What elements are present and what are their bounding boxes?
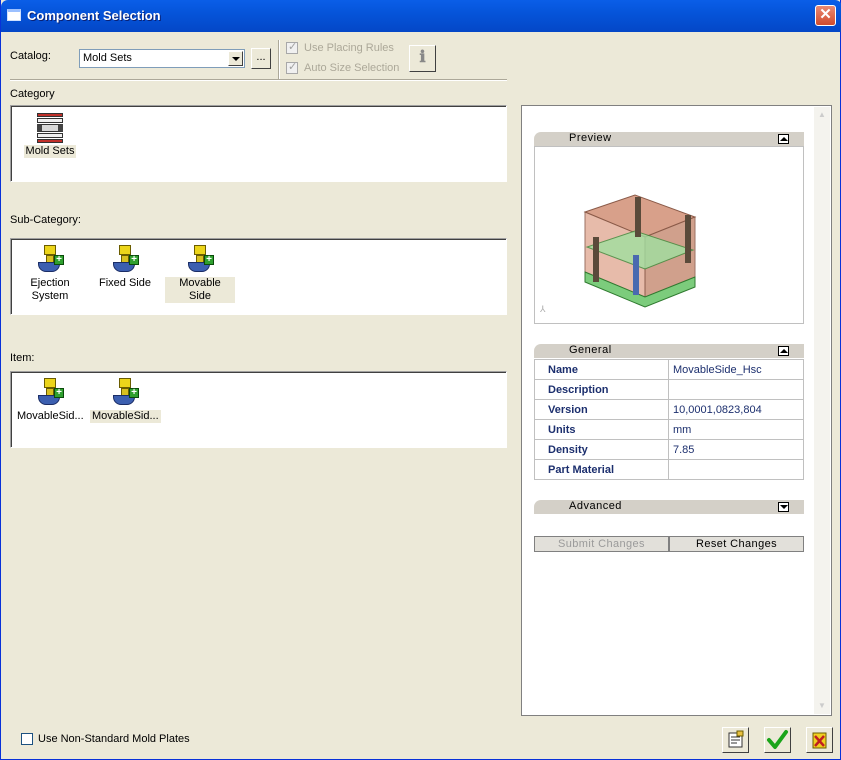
property-value[interactable]: 10,0001,0823,804 — [668, 399, 804, 420]
subcategory-label: Sub-Category: — [10, 214, 81, 226]
ejection-system-icon: + — [34, 243, 66, 275]
title-bar[interactable]: Component Selection ✕ — [1, 0, 841, 32]
item-movable-side-2[interactable]: + MovableSid... — [90, 376, 161, 423]
cancel-button[interactable] — [806, 727, 833, 753]
use-placing-rules-checkbox[interactable] — [286, 40, 298, 54]
property-key: Units — [534, 419, 669, 440]
submit-changes-button[interactable]: Submit Changes — [534, 536, 669, 552]
scroll-down-icon[interactable]: ▼ — [814, 698, 830, 714]
close-button[interactable]: ✕ — [815, 5, 836, 26]
table-row: Part Material — [534, 459, 804, 480]
properties-panel: Preview ⅄ General Name MovableSide_Hsc D… — [521, 105, 832, 716]
property-value[interactable]: MovableSide_Hsc — [668, 359, 804, 380]
subcategory-item-fixed-side[interactable]: + Fixed Side — [90, 243, 160, 290]
auto-size-selection-label: Auto Size Selection — [304, 62, 400, 74]
use-placing-rules-label: Use Placing Rules — [304, 42, 394, 54]
info-button[interactable]: ℹ — [409, 45, 436, 72]
fixed-side-icon: + — [109, 243, 141, 275]
auto-size-selection-checkbox[interactable] — [286, 60, 298, 74]
property-value[interactable]: 7.85 — [668, 439, 804, 460]
property-value[interactable]: mm — [668, 419, 804, 440]
mold-set-icon — [34, 111, 66, 143]
collapse-preview-icon[interactable] — [778, 134, 789, 144]
property-key: Density — [534, 439, 669, 460]
subcategory-item-ejection-system[interactable]: + Ejection System — [15, 243, 85, 303]
svg-text:⅄: ⅄ — [539, 304, 546, 314]
table-row: Density 7.85 — [534, 439, 804, 460]
catalog-label: Catalog: — [10, 50, 51, 62]
reset-changes-button[interactable]: Reset Changes — [669, 536, 804, 552]
subcategory-list: + Ejection System + Fixed Side + Movable… — [10, 238, 507, 315]
chevron-down-icon[interactable] — [228, 51, 243, 66]
advanced-title: Advanced — [569, 500, 622, 512]
catalog-value: Mold Sets — [83, 52, 132, 64]
item-label-text: MovableSid... — [90, 410, 161, 423]
category-item-mold-sets[interactable]: Mold Sets — [15, 111, 85, 158]
general-properties-table: Name MovableSide_Hsc Description Version 1… — [534, 359, 804, 480]
cancel-icon — [812, 732, 827, 749]
property-key: Version — [534, 399, 669, 420]
property-key: Part Material — [534, 459, 669, 480]
general-section-header[interactable]: General — [534, 344, 804, 358]
property-value[interactable] — [668, 459, 804, 480]
category-list: Mold Sets — [10, 105, 507, 182]
non-standard-plates-label: Use Non-Standard Mold Plates — [38, 733, 190, 745]
table-row: Name MovableSide_Hsc — [534, 359, 804, 380]
collapse-general-icon[interactable] — [778, 346, 789, 356]
checkmark-icon — [767, 730, 788, 749]
item-list: + MovableSid... + MovableSid... — [10, 371, 507, 448]
movable-side-item-icon: + — [34, 376, 66, 408]
item-movable-side-1[interactable]: + MovableSid... — [15, 376, 85, 423]
browse-catalog-button[interactable]: ... — [251, 48, 271, 69]
expand-advanced-icon[interactable] — [778, 502, 789, 512]
properties-icon — [728, 730, 744, 748]
table-row: Units mm — [534, 419, 804, 440]
window-title: Component Selection — [27, 8, 161, 23]
subcategory-item-label: Ejection System — [30, 277, 70, 302]
property-key: Description — [534, 379, 669, 400]
movable-side-icon: + — [184, 243, 216, 275]
subcategory-item-label: Movable Side — [165, 277, 235, 303]
scroll-up-icon[interactable]: ▲ — [814, 107, 830, 123]
properties-button[interactable] — [722, 727, 749, 753]
preview-viewport[interactable]: ⅄ — [534, 146, 804, 324]
item-label: Item: — [10, 352, 35, 364]
category-item-label: Mold Sets — [23, 145, 77, 158]
movable-side-item-icon: + — [109, 376, 141, 408]
advanced-section-header[interactable]: Advanced — [534, 500, 804, 514]
table-row: Version 10,0001,0823,804 — [534, 399, 804, 420]
property-key: Name — [534, 359, 669, 380]
component-selection-dialog: Component Selection ✕ Catalog: Mold Sets… — [0, 0, 841, 760]
category-label: Category — [10, 88, 55, 100]
toolbar-divider — [278, 40, 280, 80]
table-row: Description — [534, 379, 804, 400]
preview-section-header[interactable]: Preview — [534, 132, 804, 146]
item-label-text: MovableSid... — [17, 410, 84, 422]
subcategory-item-label: Fixed Side — [99, 277, 151, 289]
non-standard-plates-checkbox[interactable] — [21, 733, 33, 745]
catalog-select[interactable]: Mold Sets — [79, 49, 245, 68]
panel-scrollbar[interactable]: ▲ ▼ — [814, 107, 830, 714]
mold-preview-image: ⅄ — [539, 194, 697, 314]
preview-title: Preview — [569, 132, 612, 144]
ok-button[interactable] — [764, 727, 791, 753]
general-title: General — [569, 344, 612, 356]
property-value[interactable] — [668, 379, 804, 400]
subcategory-item-movable-side[interactable]: + Movable Side — [165, 243, 235, 303]
catalog-separator — [10, 79, 507, 81]
window-icon — [7, 9, 21, 21]
